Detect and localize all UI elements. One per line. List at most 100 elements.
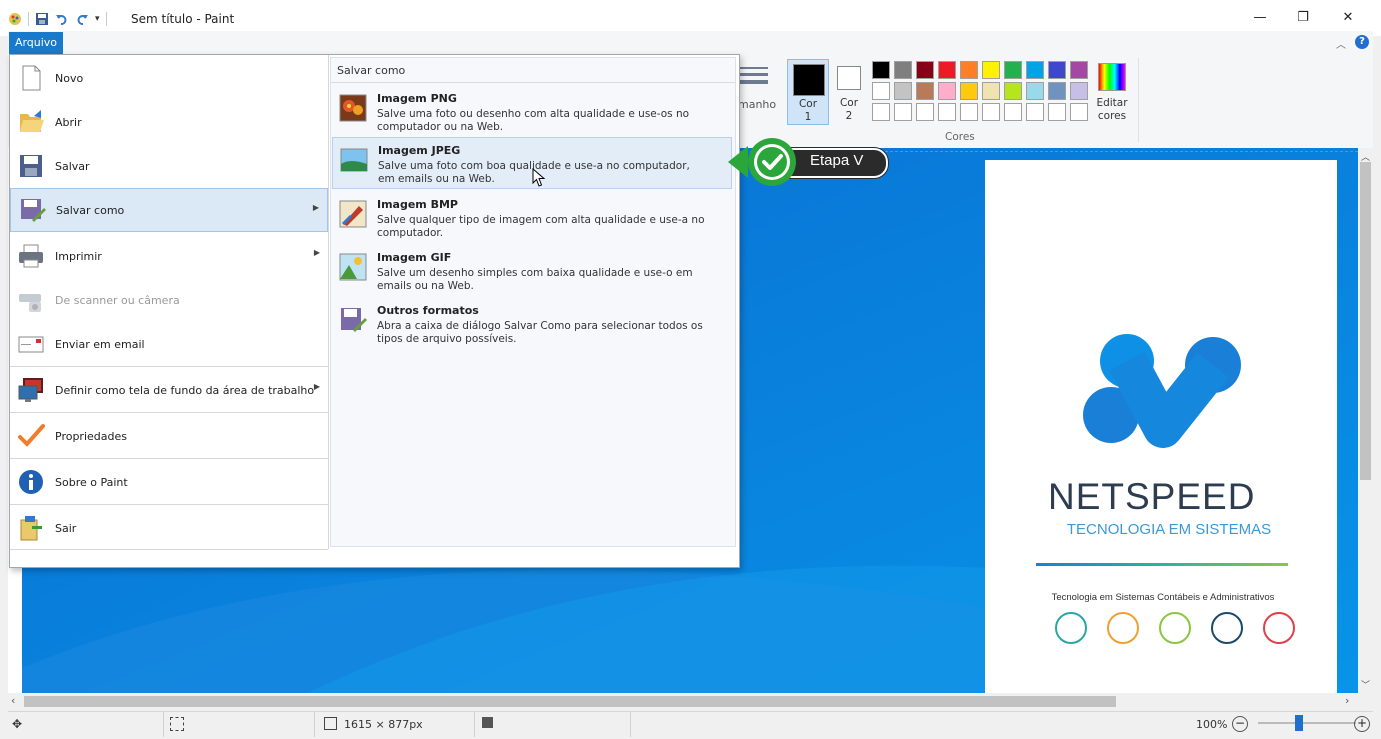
menu-item-label: Salvar como [56, 203, 125, 217]
quick-access-toolbar: ▾ [8, 8, 107, 30]
menu-item-set-background[interactable]: Definir como tela de fundo da área de tr… [10, 368, 328, 412]
file-menu: Novo Abrir Salvar Salvar como ▶ Imprimir… [9, 54, 740, 568]
menu-item-scanner: De scanner ou câmera [10, 278, 328, 322]
collapse-ribbon-icon[interactable]: ︿ [1336, 36, 1346, 51]
save-as-png[interactable]: Imagem PNG Salve uma foto ou desenho com… [332, 86, 732, 138]
help-icon[interactable]: ? [1355, 35, 1369, 49]
menu-item-exit[interactable]: Sair [10, 506, 328, 550]
save-as-other-formats[interactable]: Outros formatos Abra a caixa de diálogo … [332, 298, 732, 350]
submenu-title: Salvar como [337, 64, 406, 77]
brand-tagline: TECNOLOGIA EM SISTEMAS [1066, 521, 1272, 538]
palette-swatch[interactable] [1070, 103, 1088, 121]
zoom-in-button[interactable]: + [1354, 716, 1370, 732]
palette-swatch[interactable] [894, 82, 912, 100]
callout-label: Etapa V [810, 152, 864, 169]
palette-swatch[interactable] [1070, 82, 1088, 100]
palette-swatch[interactable] [938, 61, 956, 79]
palette-swatch[interactable] [982, 82, 1000, 100]
palette-swatch[interactable] [916, 82, 934, 100]
maximize-button[interactable]: ❐ [1293, 8, 1313, 28]
palette-swatch[interactable] [894, 61, 912, 79]
palette-swatch[interactable] [960, 82, 978, 100]
horizontal-scrollbar[interactable]: ‹ › [8, 693, 1358, 710]
image-size-icon [324, 717, 337, 730]
palette-swatch[interactable] [872, 103, 890, 121]
menu-item-open[interactable]: Abrir [10, 100, 328, 144]
menu-item-save[interactable]: Salvar [10, 144, 328, 188]
palette-swatch[interactable] [1026, 103, 1044, 121]
color1-label-line2: 1 [804, 111, 812, 123]
tab-file[interactable]: Arquivo [9, 32, 63, 54]
zoom-slider-thumb[interactable] [1295, 715, 1303, 731]
palette-swatch[interactable] [938, 82, 956, 100]
palette-swatch[interactable] [938, 103, 956, 121]
color1-button[interactable]: Cor 1 [787, 59, 829, 125]
file-size-icon [482, 717, 493, 728]
undo-icon[interactable] [55, 12, 69, 26]
scroll-left-icon[interactable]: ‹ [11, 694, 15, 707]
menu-item-save-as[interactable]: Salvar como ▶ [10, 188, 328, 232]
palette-swatch[interactable] [1004, 82, 1022, 100]
customize-qat-icon[interactable]: ▾ [95, 14, 100, 24]
palette-swatch[interactable] [894, 103, 912, 121]
vertical-scroll-thumb[interactable] [1360, 162, 1371, 480]
ribbon-divider [1138, 58, 1139, 142]
menu-item-email[interactable]: Enviar em email [10, 322, 328, 366]
menu-item-label: Sair [55, 521, 77, 535]
submenu-item-title: Imagem BMP [377, 198, 458, 211]
palette-swatch[interactable] [982, 103, 1000, 121]
menu-item-label: Salvar [55, 159, 90, 173]
palette-swatch[interactable] [1026, 82, 1044, 100]
horizontal-scroll-thumb[interactable] [24, 696, 1116, 707]
zoom-out-button[interactable]: − [1232, 716, 1248, 732]
palette-swatch[interactable] [1048, 82, 1066, 100]
color2-button[interactable]: Cor 2 [831, 59, 867, 125]
palette-swatch[interactable] [960, 103, 978, 121]
palette-swatch[interactable] [1004, 61, 1022, 79]
palette-swatch[interactable] [982, 61, 1000, 79]
palette-swatch[interactable] [916, 103, 934, 121]
submenu-item-title: Imagem GIF [377, 251, 452, 264]
open-folder-icon [20, 110, 44, 132]
paint-app-icon[interactable] [8, 12, 22, 26]
save-as-bmp[interactable]: Imagem BMP Salve qualquer tipo de imagem… [332, 192, 732, 244]
menu-item-label: De scanner ou câmera [55, 293, 180, 307]
redo-icon[interactable] [75, 12, 89, 26]
colors-group-label: Cores [945, 131, 975, 143]
color2-label-line1: Cor [839, 97, 859, 109]
tie-icon [1107, 612, 1139, 644]
checkmark-icon [18, 424, 45, 447]
vertical-scrollbar[interactable]: ︿ ﹀ [1358, 148, 1373, 693]
other-formats-icon [341, 308, 367, 332]
menu-item-label: Imprimir [55, 249, 102, 263]
palette-swatch[interactable] [872, 82, 890, 100]
palette-swatch[interactable] [1070, 61, 1088, 79]
menu-item-print[interactable]: Imprimir ▶ [10, 234, 328, 278]
size-lines-icon[interactable] [740, 65, 768, 89]
save-icon[interactable] [35, 12, 49, 26]
submenu-arrow-icon: ▶ [312, 203, 319, 212]
menu-item-about[interactable]: Sobre o Paint [10, 460, 328, 504]
printer-icon [19, 244, 43, 268]
zoom-slider-track[interactable] [1258, 722, 1356, 724]
palette-swatch[interactable] [1026, 61, 1044, 79]
palette-swatch[interactable] [960, 61, 978, 79]
submenu-item-desc: Salve uma foto ou desenho com alta quali… [377, 108, 690, 133]
close-button[interactable]: ✕ [1338, 8, 1358, 28]
edit-colors-line2: cores [1097, 110, 1127, 122]
palette-swatch[interactable] [872, 61, 890, 79]
palette-swatch[interactable] [916, 61, 934, 79]
minimize-button[interactable]: — [1250, 8, 1270, 28]
save-as-gif[interactable]: Imagem GIF Salve um desenho simples com … [332, 245, 732, 297]
scroll-down-icon[interactable]: ﹀ [1361, 678, 1370, 691]
palette-swatch[interactable] [1004, 103, 1022, 121]
menu-item-new[interactable]: Novo [10, 56, 328, 100]
scroll-right-icon[interactable]: › [1345, 694, 1349, 707]
edit-colors-button[interactable]: Editar cores [1094, 59, 1130, 125]
palette-swatch[interactable] [1048, 103, 1066, 121]
menu-item-properties[interactable]: Propriedades [10, 414, 328, 458]
brand-subtitle: Tecnologia em Sistemas Contábeis e Admin… [1051, 592, 1275, 603]
menu-item-label: Enviar em email [55, 337, 145, 351]
status-bar: ✥ 1615 × 877px 100% − + [8, 711, 1373, 738]
palette-swatch[interactable] [1048, 61, 1066, 79]
